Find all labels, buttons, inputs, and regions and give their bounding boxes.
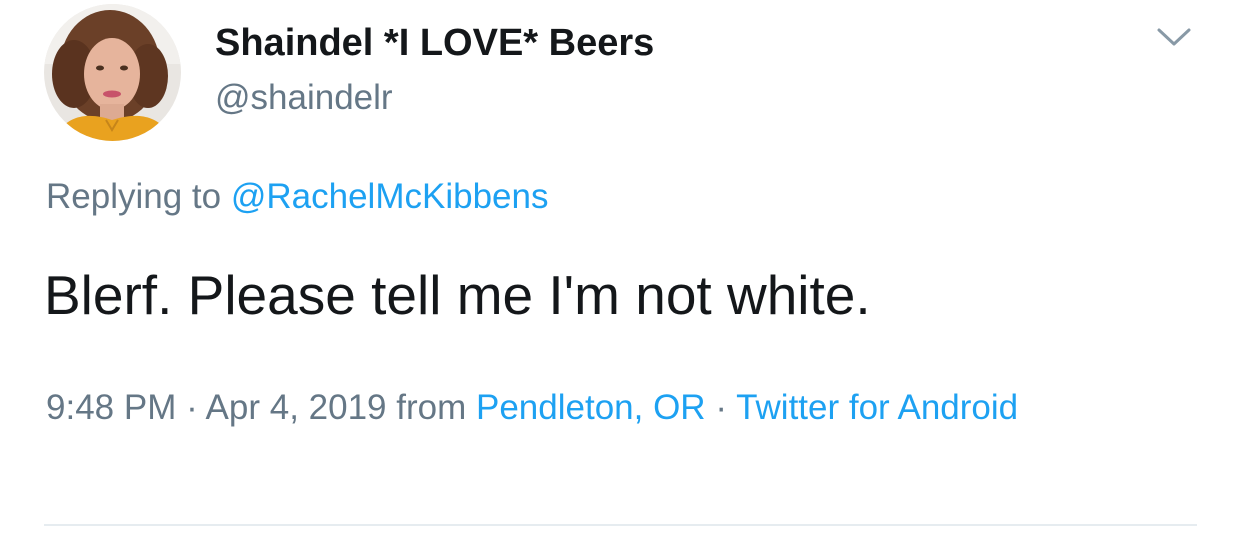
tweet-text: Blerf. Please tell me I'm not white. (44, 264, 871, 326)
replying-to-label: Replying to (46, 177, 222, 216)
tweet-time[interactable]: 9:48 PM (46, 388, 176, 427)
author-display-name[interactable]: Shaindel *I LOVE* Beers (215, 20, 654, 66)
meta-separator: · (186, 388, 198, 427)
tweet-meta: 9:48 PM · Apr 4, 2019 from Pendleton, OR… (46, 380, 1176, 436)
source-link[interactable]: Twitter for Android (736, 388, 1018, 427)
location-link[interactable]: Pendleton, OR (476, 388, 706, 427)
tweet-card[interactable]: Shaindel *I LOVE* Beers @shaindelr Reply… (0, 0, 1241, 536)
user-avatar[interactable] (44, 4, 181, 141)
reply-mention-link[interactable]: @RachelMcKibbens (231, 177, 549, 216)
chevron-down-icon[interactable] (1154, 22, 1194, 52)
from-label: from (396, 388, 467, 427)
tweet-date[interactable]: Apr 4, 2019 (206, 388, 387, 427)
replying-to-line: Replying to @RachelMcKibbens (46, 175, 548, 219)
divider (44, 524, 1197, 526)
avatar-photo-icon (44, 4, 181, 141)
author-handle[interactable]: @shaindelr (215, 76, 393, 120)
meta-separator: · (715, 388, 727, 427)
